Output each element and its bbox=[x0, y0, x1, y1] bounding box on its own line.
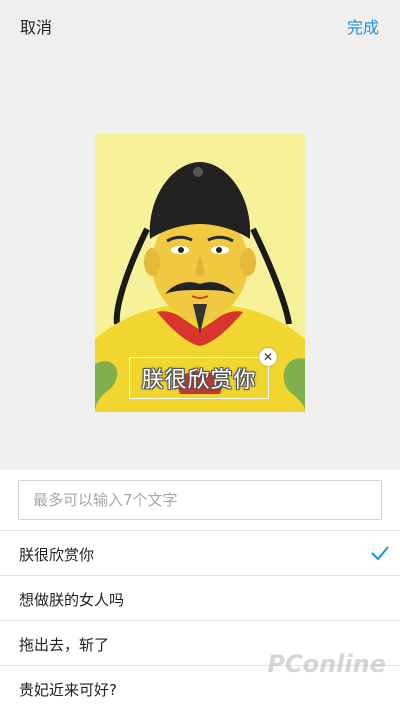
cancel-button[interactable]: 取消 bbox=[20, 14, 52, 38]
checkmark-icon bbox=[371, 546, 389, 561]
option-label: 想做朕的女人吗 bbox=[19, 591, 125, 609]
watermark-logo: PConline bbox=[267, 650, 386, 678]
caption-text-box[interactable]: 朕很欣赏你 bbox=[129, 357, 269, 399]
editor-canvas: 朕很欣赏你 ✕ bbox=[0, 50, 400, 470]
close-icon[interactable]: ✕ bbox=[259, 348, 277, 366]
caption-input[interactable] bbox=[19, 481, 381, 519]
top-bar: 取消 完成 bbox=[0, 0, 400, 50]
option-label: 拖出去，斩了 bbox=[19, 636, 110, 654]
option-item[interactable]: 想做朕的女人吗 bbox=[0, 575, 400, 620]
done-button[interactable]: 完成 bbox=[347, 14, 379, 38]
option-item[interactable]: 朕很欣赏你 bbox=[0, 530, 400, 575]
option-label: 贵妃近来可好? bbox=[19, 681, 117, 699]
option-label: 朕很欣赏你 bbox=[19, 546, 95, 564]
caption-input-wrapper bbox=[18, 480, 382, 520]
caption-text: 朕很欣赏你 bbox=[141, 368, 257, 393]
